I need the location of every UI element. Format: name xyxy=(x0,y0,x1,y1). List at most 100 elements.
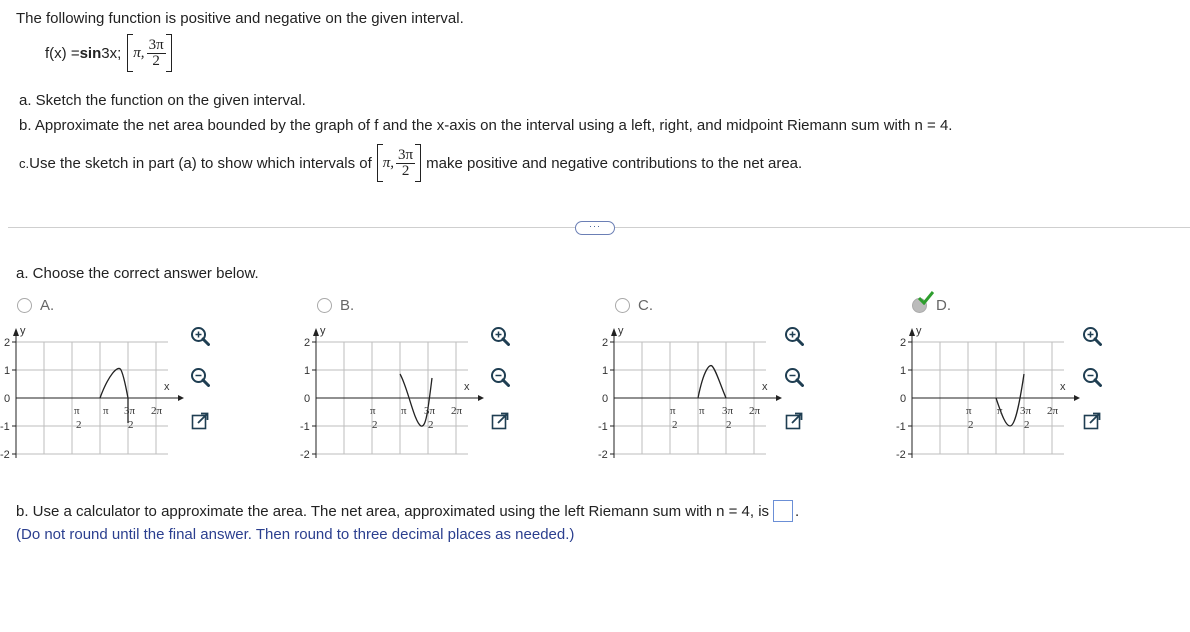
part-c-interval: π, 3π 2 xyxy=(376,142,422,184)
svg-text:y: y xyxy=(916,325,922,337)
svg-text:2: 2 xyxy=(372,419,378,431)
svg-text:3π: 3π xyxy=(124,405,136,417)
svg-text:2: 2 xyxy=(968,419,974,431)
svg-text:2π: 2π xyxy=(451,405,463,417)
check-mark-icon xyxy=(917,291,935,309)
svg-text:-1: -1 xyxy=(598,421,608,433)
zoom-in-icon[interactable] xyxy=(490,326,510,346)
svg-text:y: y xyxy=(20,325,26,337)
svg-text:y: y xyxy=(320,325,326,337)
svg-text:2: 2 xyxy=(1024,419,1030,431)
option-b-graph: 2 1 0 -1 -2 yx π2π 3π 2 2π xyxy=(300,318,485,470)
svg-text:x: x xyxy=(464,381,470,393)
svg-text:x: x xyxy=(762,381,768,393)
svg-text:-1: -1 xyxy=(896,421,906,433)
svg-text:π: π xyxy=(370,405,376,417)
open-new-window-icon[interactable] xyxy=(1083,412,1103,432)
svg-text:1: 1 xyxy=(4,365,10,377)
svg-text:3π: 3π xyxy=(424,405,436,417)
svg-text:0: 0 xyxy=(602,393,608,405)
interval-fraction: 3π 2 xyxy=(146,36,166,69)
open-new-window-icon[interactable] xyxy=(191,412,211,432)
svg-text:x: x xyxy=(1060,381,1066,393)
option-c-radio[interactable] xyxy=(615,298,630,313)
svg-text:2: 2 xyxy=(428,419,434,431)
option-b-label[interactable]: B. xyxy=(340,297,354,314)
zoom-out-icon[interactable] xyxy=(190,367,210,387)
option-c-graph: 2 1 0 -1 -2 yx π2π 3π 2 2π xyxy=(598,318,783,470)
svg-text:2: 2 xyxy=(4,337,10,349)
svg-text:π: π xyxy=(670,405,676,417)
fraction-numerator: 3π xyxy=(146,36,166,54)
fraction-denominator: 2 xyxy=(152,52,160,69)
interval-start: π, xyxy=(133,44,145,61)
svg-text:2: 2 xyxy=(304,337,310,349)
svg-text:π: π xyxy=(699,405,705,417)
zoom-out-icon[interactable] xyxy=(784,367,804,387)
option-c-graph-svg: 210-1-2 yx π2π 3π22π xyxy=(598,325,782,461)
option-a-label[interactable]: A. xyxy=(40,297,54,314)
svg-text:1: 1 xyxy=(602,365,608,377)
svg-text:-1: -1 xyxy=(300,421,310,433)
svg-text:π: π xyxy=(966,405,972,417)
option-a-graph-svg: 210-1-2 yx π2π 3π22π xyxy=(0,325,184,461)
part-c-numerator: 3π xyxy=(396,146,416,164)
svg-text:2: 2 xyxy=(672,419,678,431)
svg-text:0: 0 xyxy=(4,393,10,405)
svg-text:2π: 2π xyxy=(749,405,761,417)
part-c-interval-start: π, xyxy=(382,154,395,171)
function-sin: sin xyxy=(79,44,102,62)
option-b-radio[interactable] xyxy=(317,298,332,313)
part-c-before: Use the sketch in part (a) to show which… xyxy=(29,154,372,172)
part-b-prompt: b. Approximate the net area bounded by t… xyxy=(19,117,953,134)
svg-text:-2: -2 xyxy=(300,449,310,461)
question-a-text: a. Choose the correct answer below. xyxy=(16,265,259,282)
zoom-in-icon[interactable] xyxy=(1082,326,1102,346)
option-b-graph-svg: 210-1-2 yx π2π 3π22π xyxy=(300,325,484,461)
part-a-prompt: a. Sketch the function on the given inte… xyxy=(19,92,306,109)
svg-text:2: 2 xyxy=(726,419,732,431)
open-new-window-icon[interactable] xyxy=(785,412,805,432)
svg-text:x: x xyxy=(164,381,170,393)
zoom-out-icon[interactable] xyxy=(1082,367,1102,387)
svg-text:-1: -1 xyxy=(0,421,10,433)
question-b: b. Use a calculator to approximate the a… xyxy=(16,500,799,522)
answer-input[interactable] xyxy=(773,500,794,522)
intro-text: The following function is positive and n… xyxy=(16,10,464,27)
svg-text:π: π xyxy=(401,405,407,417)
function-definition: f(x) = sin 3x; π, 3π 2 xyxy=(45,32,172,74)
option-a-radio[interactable] xyxy=(17,298,32,313)
svg-text:1: 1 xyxy=(304,365,310,377)
option-c-label[interactable]: C. xyxy=(638,297,653,314)
svg-text:0: 0 xyxy=(900,393,906,405)
question-b-period: . xyxy=(795,502,800,520)
svg-text:-2: -2 xyxy=(0,449,10,461)
svg-text:π: π xyxy=(74,405,80,417)
svg-text:2π: 2π xyxy=(151,405,163,417)
function-prefix: f(x) = xyxy=(45,44,80,62)
svg-text:2: 2 xyxy=(900,337,906,349)
zoom-in-icon[interactable] xyxy=(784,326,804,346)
part-c-after: make positive and negative contributions… xyxy=(426,154,803,172)
svg-text:-2: -2 xyxy=(598,449,608,461)
svg-text:0: 0 xyxy=(304,393,310,405)
part-c-letter: c. xyxy=(19,155,30,171)
function-interval: π, 3π 2 xyxy=(127,32,172,74)
option-d-label[interactable]: D. xyxy=(936,297,951,314)
option-d-graph-svg: 210-1-2 yx π2π 3π22π xyxy=(896,325,1080,461)
function-suffix: 3x; xyxy=(101,44,122,62)
svg-text:2: 2 xyxy=(602,337,608,349)
svg-text:3π: 3π xyxy=(1020,405,1032,417)
svg-text:π: π xyxy=(103,405,109,417)
question-b-text: b. Use a calculator to approximate the a… xyxy=(16,502,770,520)
zoom-in-icon[interactable] xyxy=(190,326,210,346)
more-options-button[interactable]: ··· xyxy=(575,221,615,235)
open-new-window-icon[interactable] xyxy=(491,412,511,432)
svg-text:3π: 3π xyxy=(722,405,734,417)
option-d-graph: 2 1 0 -1 -2 yx π2π 3π 2 2π xyxy=(896,318,1081,470)
svg-text:2: 2 xyxy=(128,419,134,431)
option-a-graph: 2 1 0 -1 -2 yx π2π 3π 2 2π xyxy=(0,318,185,470)
svg-text:2: 2 xyxy=(76,419,82,431)
zoom-out-icon[interactable] xyxy=(490,367,510,387)
svg-text:1: 1 xyxy=(900,365,906,377)
